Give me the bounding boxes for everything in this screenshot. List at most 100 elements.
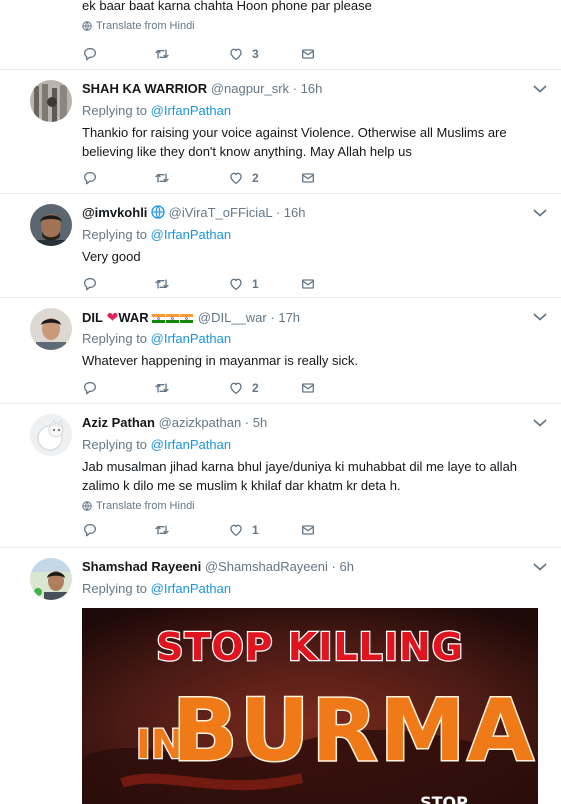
retweet-icon [154, 522, 170, 538]
replying-to: Replying to @IrfanPathan [82, 331, 232, 346]
chevron-down-icon[interactable] [533, 312, 547, 322]
retweet-button[interactable] [154, 520, 170, 540]
tweet-actions: 2 [82, 168, 322, 188]
message-button[interactable] [300, 274, 316, 294]
globe-icon [82, 501, 92, 511]
message-button[interactable] [300, 378, 316, 398]
message-button[interactable] [300, 520, 316, 540]
chevron-down-icon[interactable] [533, 208, 547, 218]
display-name[interactable]: SHAH KA WARRIOR [82, 81, 207, 96]
translate-link[interactable]: Translate from Hindi [82, 499, 531, 513]
avatar[interactable] [30, 308, 72, 350]
message-button[interactable] [300, 168, 316, 188]
tweet-actions: 3 [82, 44, 322, 64]
translate-label: Translate from Hindi [96, 500, 195, 512]
reply-button[interactable] [82, 520, 98, 540]
tweet[interactable]: Aziz Pathan @azizkpathan · 5h Replying t… [0, 404, 561, 548]
chevron-down-icon[interactable] [533, 418, 547, 428]
mention-link[interactable]: @IrfanPathan [151, 581, 231, 596]
retweet-icon [154, 380, 170, 396]
display-name[interactable]: @imvkohli [82, 205, 147, 220]
mention-link[interactable]: @IrfanPathan [151, 331, 231, 346]
tweet[interactable]: SHAH KA WARRIOR @nagpur_srk · 16h Replyi… [0, 70, 561, 194]
user-handle[interactable]: @iViraT_oFFiciaL [169, 205, 273, 220]
tweet-actions: 1 [82, 520, 322, 540]
message-icon [300, 522, 316, 538]
mention-link[interactable]: @IrfanPathan [151, 227, 231, 242]
display-name[interactable]: Shamshad Rayeeni [82, 559, 201, 574]
like-count: 1 [252, 523, 259, 537]
reply-button[interactable] [82, 168, 98, 188]
avatar[interactable] [30, 558, 72, 600]
reply-button[interactable] [82, 274, 98, 294]
avatar[interactable] [30, 414, 72, 456]
tweet-text: Jab musalman jihad karna bhul jaye/duniy… [82, 459, 518, 493]
reply-icon [82, 276, 98, 292]
replying-to: Replying to @IrfanPathan [82, 437, 232, 452]
tweet[interactable]: DIL ❤WAR @DIL__war · 17h Replying to @Ir… [0, 298, 561, 404]
like-button[interactable]: 2 [228, 168, 259, 188]
globe-icon [151, 205, 165, 219]
translate-link[interactable]: Translate from Hindi [82, 19, 531, 33]
like-button[interactable]: 3 [228, 44, 259, 64]
like-button[interactable]: 1 [228, 520, 259, 540]
tweet-actions: 1 [82, 274, 322, 294]
message-button[interactable] [300, 44, 316, 64]
retweet-icon [154, 46, 170, 62]
tweet[interactable]: @imvkohli @iViraT_oFFiciaL · 16h Replyin… [0, 194, 561, 298]
message-icon [300, 276, 316, 292]
timestamp[interactable]: 6h [339, 559, 353, 574]
timestamp[interactable]: 5h [253, 415, 267, 430]
like-count: 3 [252, 47, 259, 61]
india-flag-icon [180, 314, 193, 323]
chevron-down-icon[interactable] [533, 84, 547, 94]
display-name-part[interactable]: DIL [82, 310, 103, 325]
poster-line1: STOP KILLING [156, 625, 464, 669]
like-icon [228, 380, 244, 396]
like-button[interactable]: 2 [228, 378, 259, 398]
timestamp[interactable]: 16h [301, 81, 323, 96]
tweet-text: Whatever happening in mayanmar is really… [82, 353, 359, 368]
retweet-button[interactable] [154, 274, 170, 294]
avatar[interactable] [30, 204, 72, 246]
like-button[interactable]: 1 [228, 274, 259, 294]
globe-icon [82, 21, 92, 31]
user-handle[interactable]: @DIL__war [198, 310, 267, 325]
retweet-button[interactable] [154, 44, 170, 64]
user-handle[interactable]: @azizkpathan [159, 415, 242, 430]
avatar[interactable] [30, 80, 72, 122]
poster-footer: STOP [420, 793, 468, 804]
chevron-down-icon[interactable] [533, 562, 547, 572]
reply-button[interactable] [82, 378, 98, 398]
poster-line2-main: BURMA [172, 681, 536, 781]
reply-icon [82, 46, 98, 62]
reply-button[interactable] [82, 44, 98, 64]
like-count: 2 [252, 171, 259, 185]
tweet-header: SHAH KA WARRIOR @nagpur_srk · 16h [82, 81, 323, 96]
retweet-icon [154, 170, 170, 186]
mention-link[interactable]: @IrfanPathan [151, 437, 231, 452]
like-icon [228, 276, 244, 292]
india-flag-icon [166, 314, 179, 323]
tweet-media-image[interactable]: STOP KILLING IN BURMA STOP [82, 608, 538, 804]
display-name-part[interactable]: WAR [118, 310, 148, 325]
translate-label: Translate from Hindi [96, 20, 195, 32]
timestamp[interactable]: 17h [278, 310, 300, 325]
message-icon [300, 46, 316, 62]
display-name[interactable]: Aziz Pathan [82, 415, 155, 430]
mention-link[interactable]: @IrfanPathan [151, 103, 231, 118]
like-icon [228, 170, 244, 186]
tweet-text: Thankio for raising your voice against V… [82, 125, 507, 159]
replying-to: Replying to @IrfanPathan [82, 227, 232, 242]
reply-icon [82, 522, 98, 538]
retweet-button[interactable] [154, 378, 170, 398]
like-icon [228, 46, 244, 62]
user-handle[interactable]: @nagpur_srk [211, 81, 289, 96]
user-handle[interactable]: @ShamshadRayeeni [205, 559, 328, 574]
tweet-header: Shamshad Rayeeni @ShamshadRayeeni · 6h [82, 559, 354, 574]
retweet-button[interactable] [154, 168, 170, 188]
tweet-text: Very good [82, 249, 141, 264]
reply-icon [82, 380, 98, 396]
tweet-top[interactable]: ek baar baat karna chahta Hoon phone par… [0, 0, 561, 70]
timestamp[interactable]: 16h [284, 205, 306, 220]
